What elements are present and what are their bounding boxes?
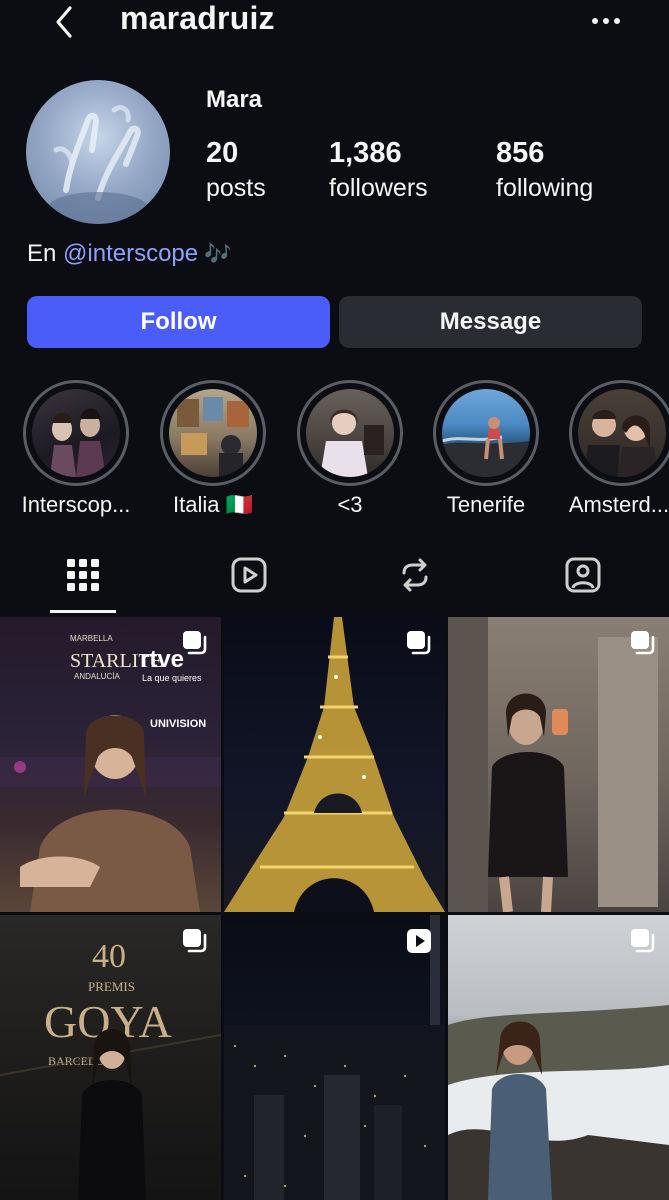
profile-avatar[interactable] — [26, 80, 170, 224]
highlight-heart[interactable] — [297, 380, 403, 486]
post-image — [448, 617, 658, 912]
posts-count: 20 — [206, 137, 239, 169]
post-overlay-text: La que quieres — [142, 673, 202, 683]
carousel-icon — [183, 631, 207, 655]
post-tile[interactable] — [224, 915, 445, 1200]
profile-bio: En @interscope 🎶 — [27, 240, 232, 268]
post-overlay-text: UNIVISION — [150, 718, 206, 730]
following-count: 856 — [496, 137, 545, 169]
post-tile[interactable] — [448, 617, 669, 912]
profile-tabs — [0, 548, 669, 614]
back-arrow-icon[interactable] — [46, 2, 86, 42]
post-overlay-text: 40 — [92, 938, 126, 975]
tagged-icon[interactable] — [564, 556, 602, 594]
following-stat[interactable]: 856 following — [496, 134, 593, 204]
highlight-italia[interactable] — [160, 380, 266, 486]
highlight-amsterdam[interactable] — [569, 380, 669, 486]
post-overlay-text: rtve — [140, 646, 184, 673]
highlight-thumbnail — [50, 408, 106, 477]
reposts-icon[interactable] — [396, 556, 434, 594]
bio-prefix: En — [27, 240, 64, 267]
profile-username: maradruiz — [120, 0, 275, 36]
followers-stat[interactable]: 1,386 followers — [329, 134, 428, 204]
highlight-interscope[interactable] — [23, 380, 129, 486]
post-image — [224, 617, 445, 912]
follow-button[interactable]: Follow — [27, 296, 330, 348]
highlight-label-italia: Italia 🇮🇹 — [173, 492, 253, 517]
highlight-label-interscope: Interscop... — [21, 492, 131, 517]
highlight-thumbnail — [177, 397, 249, 477]
followers-label: followers — [329, 174, 428, 202]
post-overlay-text: ANDALUCÍA — [74, 672, 120, 681]
post-tile[interactable]: 40 PREMIS GOYA BARCELONA — [0, 915, 221, 1200]
bio-mention-link[interactable]: @interscope — [63, 240, 198, 267]
highlight-thumbnail — [442, 417, 530, 477]
post-tile[interactable]: MARBELLA STARLITE ANDALUCÍA rtve La que … — [0, 617, 221, 912]
post-overlay-text: MARBELLA — [70, 634, 113, 643]
active-tab-indicator — [50, 610, 116, 613]
carousel-icon — [407, 631, 431, 655]
highlight-thumbnail — [320, 409, 384, 477]
highlight-thumbnail — [584, 410, 658, 477]
post-tile[interactable] — [224, 617, 445, 912]
highlight-tenerife[interactable] — [433, 380, 539, 486]
bio-emoji: 🎶 — [198, 241, 232, 266]
post-image: 40 PREMIS GOYA BARCELONA — [0, 938, 221, 1200]
posts-grid: MARBELLA STARLITE ANDALUCÍA rtve La que … — [0, 617, 669, 1200]
more-options-icon[interactable] — [586, 6, 626, 36]
post-tile[interactable] — [448, 915, 669, 1200]
post-image — [448, 1005, 669, 1200]
carousel-icon — [183, 929, 207, 953]
highlight-label-heart: <3 — [337, 492, 363, 517]
posts-label: posts — [206, 174, 266, 202]
avatar-image — [48, 105, 148, 224]
highlight-label-tenerife: Tenerife — [446, 492, 526, 517]
message-button[interactable]: Message — [339, 296, 642, 348]
reel-icon — [407, 929, 431, 953]
post-image — [224, 915, 445, 1200]
carousel-icon — [631, 929, 655, 953]
following-label: following — [496, 174, 594, 202]
highlight-label-amsterdam: Amsterd... — [568, 492, 669, 517]
followers-count: 1,386 — [329, 137, 402, 169]
carousel-icon — [631, 631, 655, 655]
post-image: MARBELLA STARLITE ANDALUCÍA rtve La que … — [0, 634, 221, 912]
profile-display-name: Mara — [206, 86, 263, 113]
grid-icon[interactable] — [64, 556, 102, 594]
post-overlay-text: PREMIS — [88, 979, 135, 994]
reels-icon[interactable] — [230, 556, 268, 594]
posts-stat[interactable]: 20 posts — [206, 134, 266, 204]
profile-header: maradruiz — [0, 0, 669, 48]
